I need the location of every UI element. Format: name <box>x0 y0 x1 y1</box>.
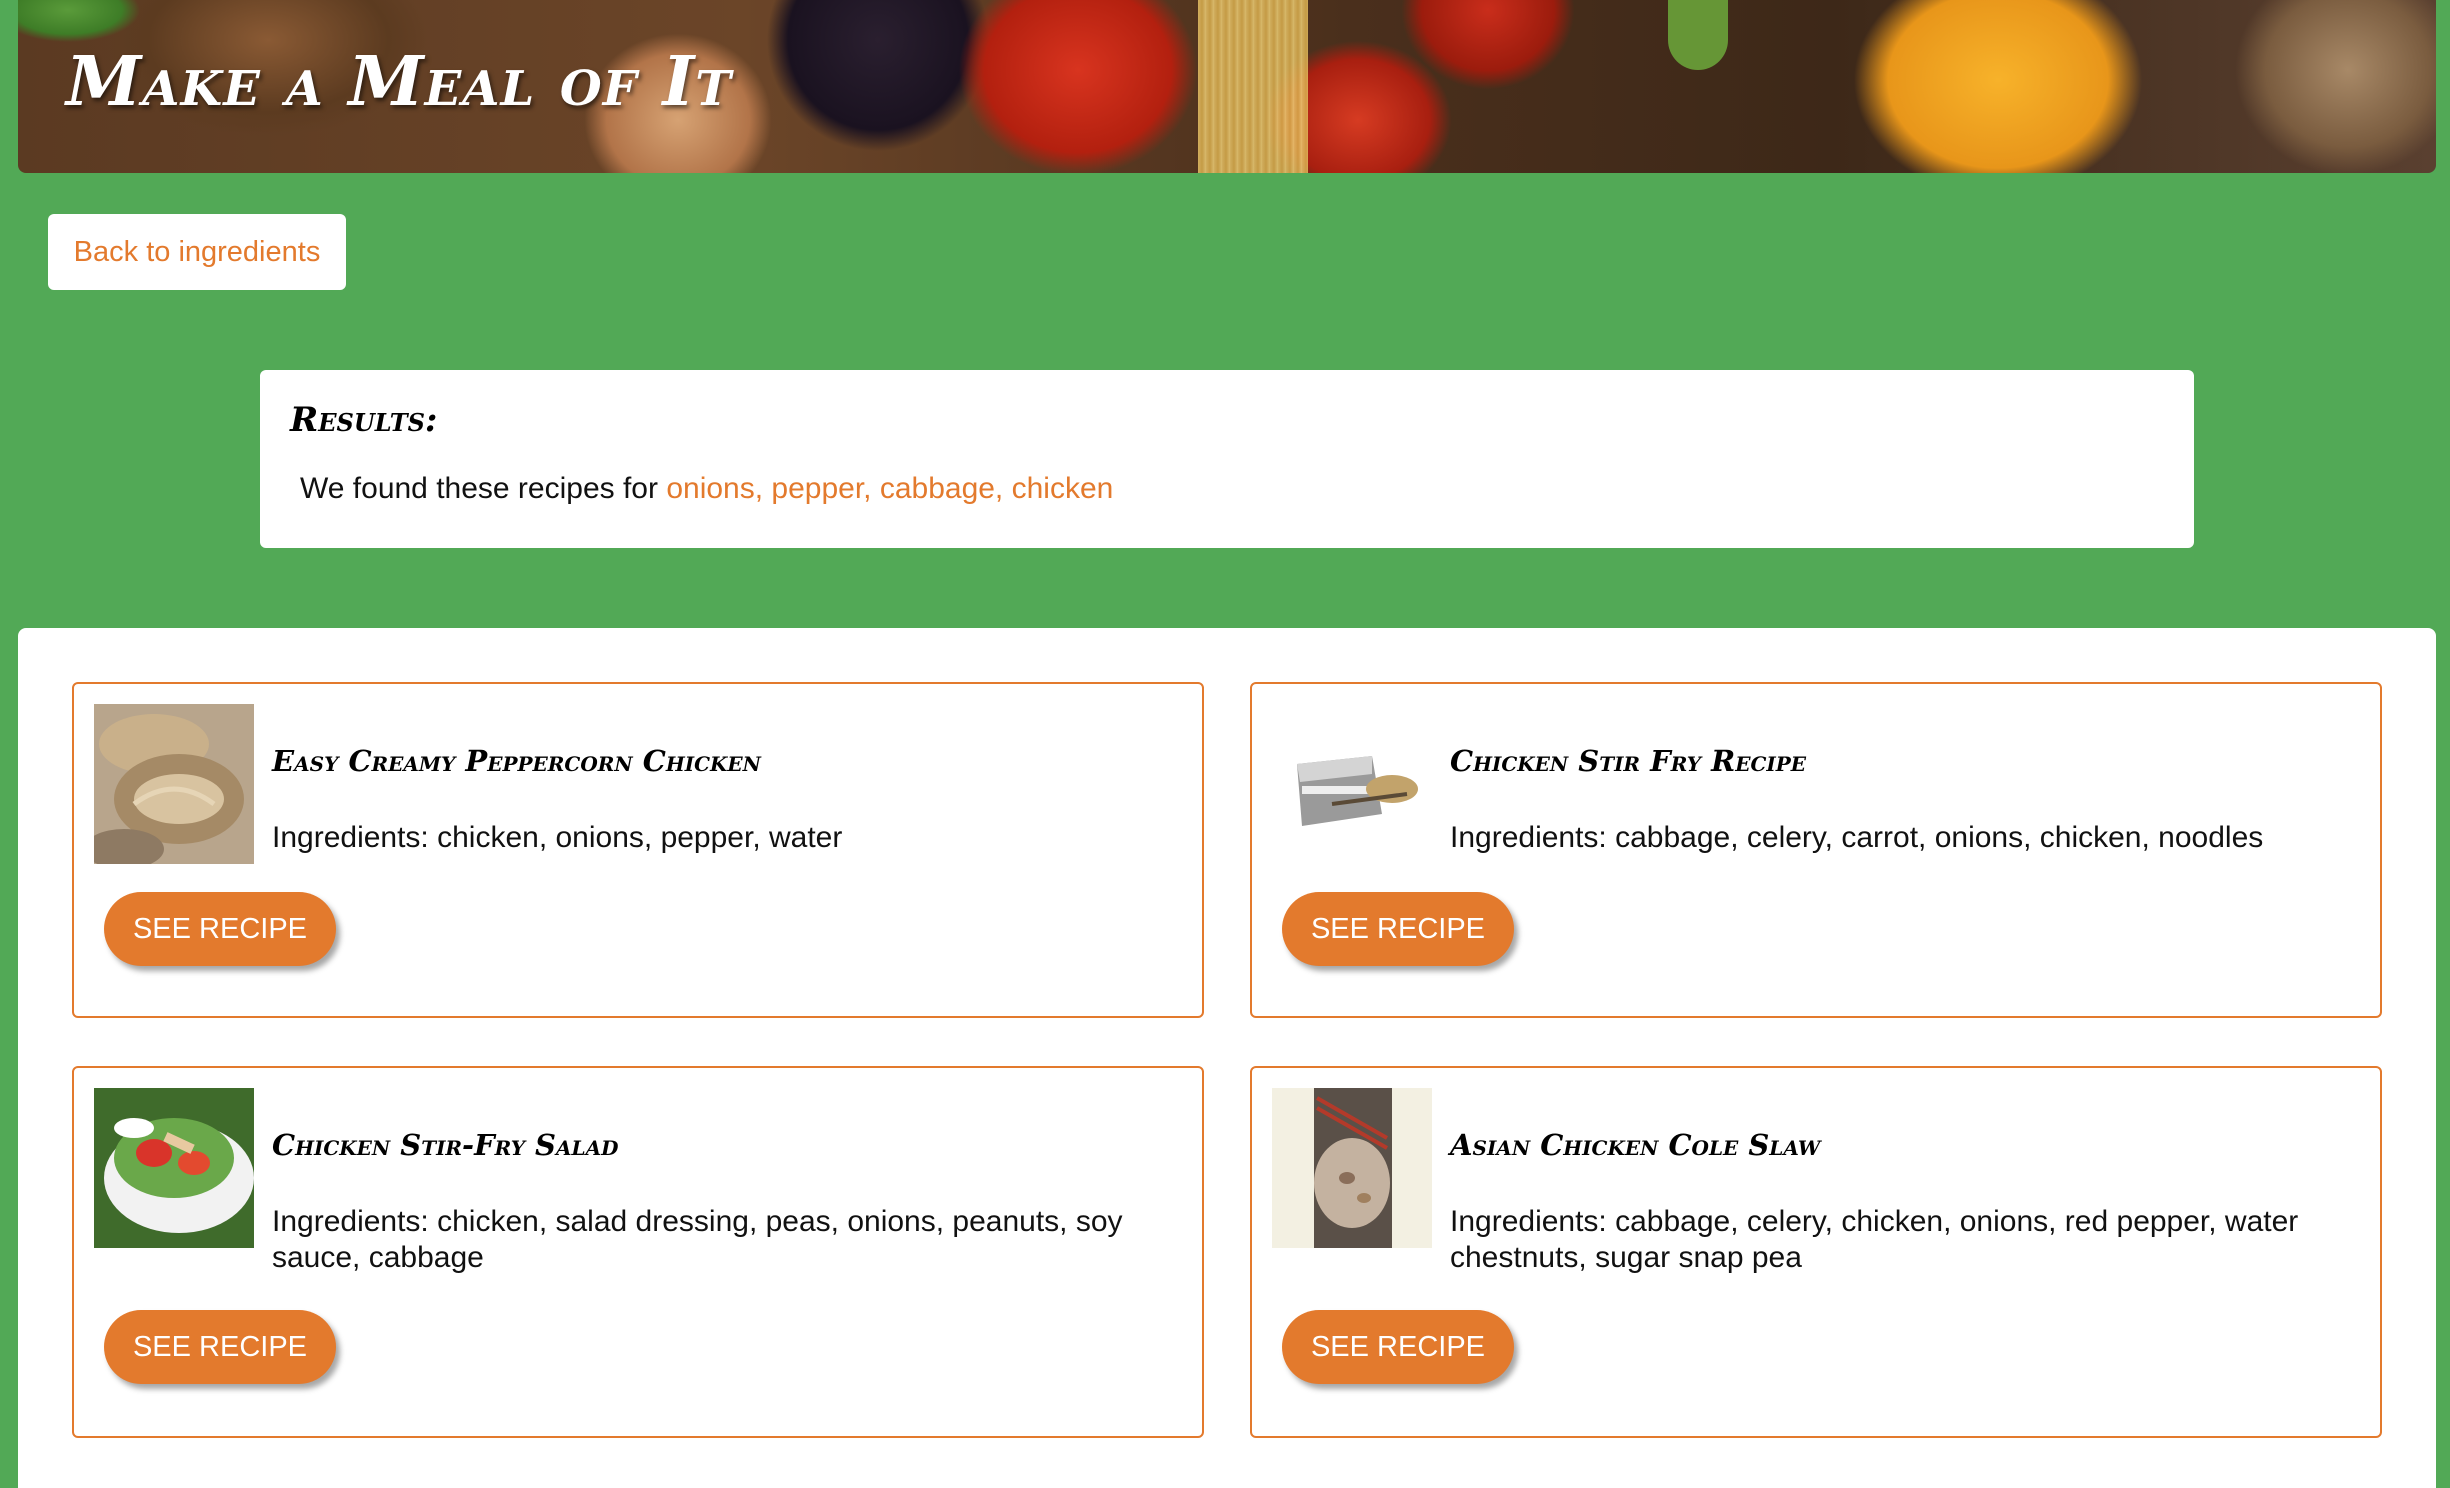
recipe-ingredients: Ingredients: chicken, salad dressing, pe… <box>272 1205 1123 1274</box>
results-text: We found these recipes for onions, peppe… <box>300 472 1113 506</box>
back-to-ingredients-button[interactable]: Back to ingredients <box>48 214 346 290</box>
results-heading: Results: <box>290 400 438 440</box>
header-banner: Make a Meal of It <box>18 0 2436 173</box>
see-recipe-button[interactable]: SEE RECIPE <box>1282 892 1514 966</box>
recipe-title: Chicken Stir Fry Recipe <box>1450 744 1807 778</box>
see-recipe-button[interactable]: SEE RECIPE <box>1282 1310 1514 1384</box>
results-intro: We found these recipes for <box>300 472 667 505</box>
results-summary: Results: We found these recipes for onio… <box>260 370 2194 548</box>
recipe-card: Chicken Stir Fry Recipe Ingredients: cab… <box>1250 682 2382 1018</box>
recipe-title: Asian Chicken Cole Slaw <box>1450 1128 1821 1162</box>
recipe-ingredients: Ingredients: cabbage, celery, carrot, on… <box>1450 821 2264 854</box>
recipe-card: Easy Creamy Peppercorn Chicken Ingredien… <box>72 682 1204 1018</box>
see-recipe-button[interactable]: SEE RECIPE <box>104 1310 336 1384</box>
recipe-thumbnail <box>94 704 254 864</box>
recipe-ingredients: Ingredients: cabbage, celery, chicken, o… <box>1450 1205 2299 1274</box>
recipe-thumbnail <box>1272 704 1432 864</box>
see-recipe-button[interactable]: SEE RECIPE <box>104 892 336 966</box>
banner-pasta-decoration <box>1198 0 1308 173</box>
recipe-thumbnail <box>94 1088 254 1248</box>
recipe-thumbnail <box>1272 1088 1432 1248</box>
recipe-card: Asian Chicken Cole Slaw Ingredients: cab… <box>1250 1066 2382 1438</box>
recipe-ingredients: Ingredients: chicken, onions, pepper, wa… <box>272 821 843 854</box>
recipe-title: Easy Creamy Peppercorn Chicken <box>272 744 761 778</box>
recipe-title: Chicken Stir-Fry Salad <box>272 1128 619 1162</box>
recipe-card: Chicken Stir-Fry Salad Ingredients: chic… <box>72 1066 1204 1438</box>
site-title: Make a Meal of It <box>66 42 733 122</box>
results-search-terms: onions, pepper, cabbage, chicken <box>666 472 1114 505</box>
recipes-panel: Easy Creamy Peppercorn Chicken Ingredien… <box>18 628 2436 1488</box>
banner-pepper-stem-decoration <box>1668 0 1728 70</box>
